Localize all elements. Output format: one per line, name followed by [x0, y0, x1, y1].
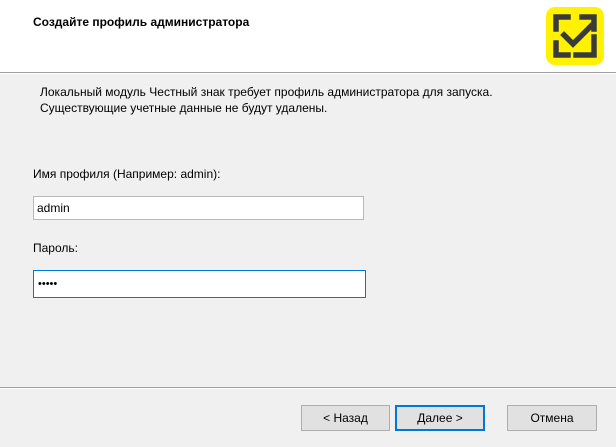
password-input[interactable]	[33, 270, 366, 298]
footer-divider	[0, 387, 616, 389]
next-button[interactable]: Далее >	[395, 405, 485, 431]
cancel-button[interactable]: Отмена	[507, 405, 597, 431]
page-title: Создайте профиль администратора	[33, 15, 250, 29]
header-divider	[0, 72, 616, 74]
chestny-znak-logo-icon	[546, 7, 604, 65]
profile-name-input[interactable]	[33, 196, 364, 220]
profile-name-label: Имя профиля (Например: admin):	[33, 167, 221, 181]
password-label: Пароль:	[33, 241, 78, 255]
back-button[interactable]: < Назад	[301, 405, 390, 431]
dialog-header: Создайте профиль администратора	[0, 0, 616, 72]
description-text: Локальный модуль Честный знак требует пр…	[40, 85, 493, 115]
